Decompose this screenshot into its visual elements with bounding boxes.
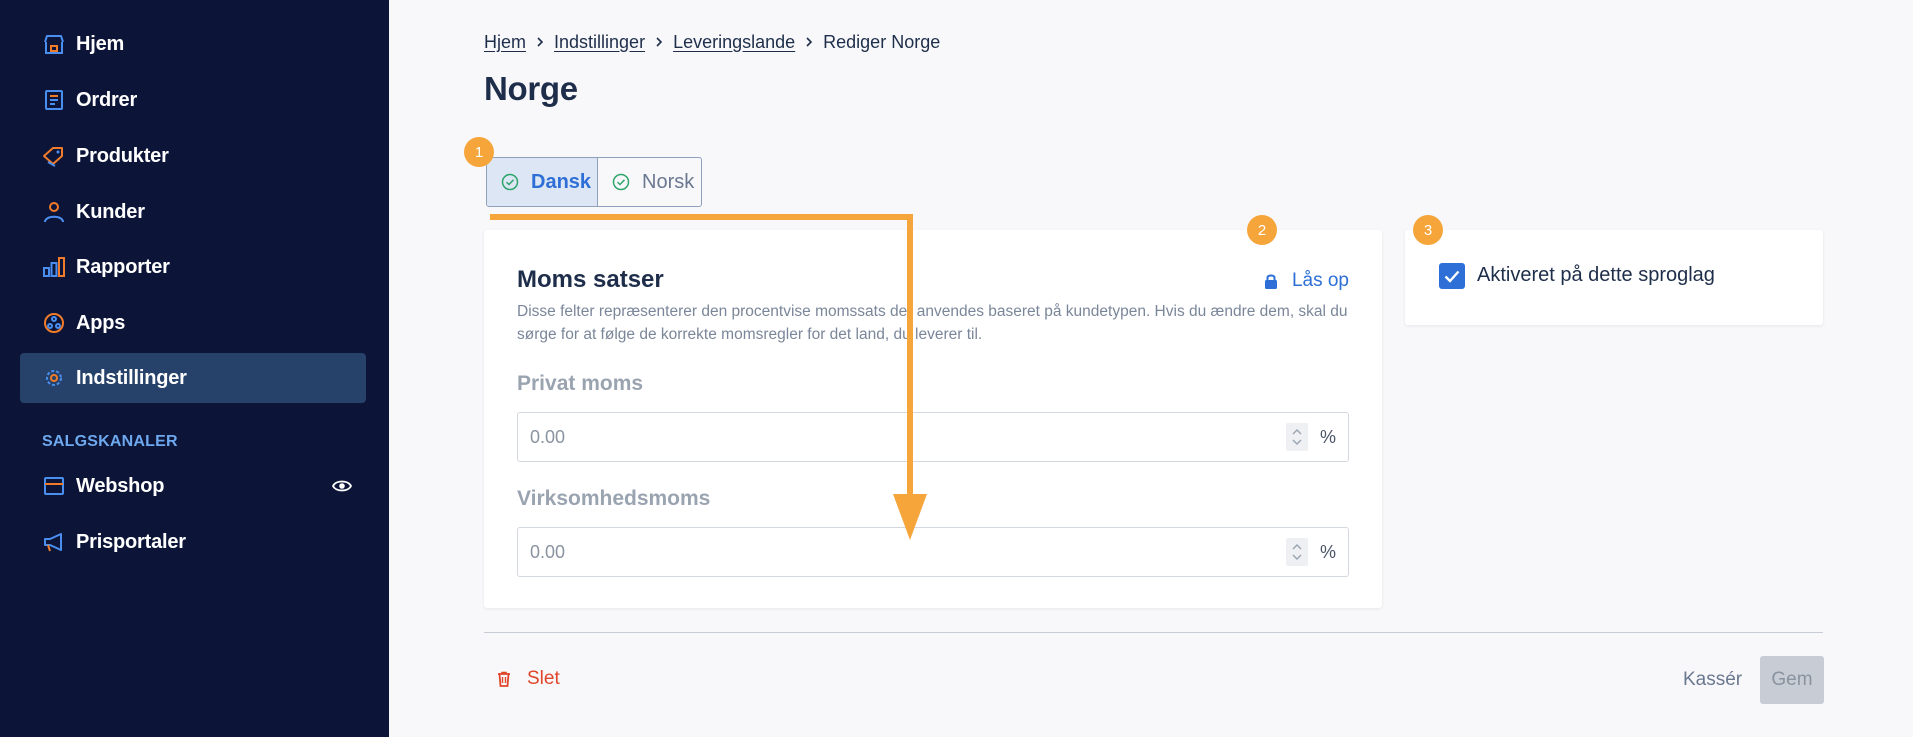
sidebar-item-produkter[interactable]: Produkter: [20, 131, 366, 181]
sidebar-item-apps[interactable]: Apps: [20, 298, 366, 348]
sidebar-item-kunder[interactable]: Kunder: [20, 187, 366, 237]
page-title: Norge: [484, 70, 578, 107]
field-value: 0.00: [530, 542, 566, 562]
breadcrumb-current: Rediger Norge: [823, 31, 941, 52]
shop-icon: [44, 35, 64, 54]
receipt-icon: [45, 90, 63, 110]
sidebar-item-ordrer[interactable]: Ordrer: [20, 75, 366, 125]
breadcrumb-link-hjem[interactable]: Hjem: [484, 32, 526, 53]
card-title: Moms satser: [517, 266, 664, 293]
sidebar-item-label: Prisportaler: [76, 531, 186, 553]
save-button[interactable]: Gem: [1760, 656, 1824, 704]
number-stepper[interactable]: [1286, 538, 1308, 566]
sidebar-item-label: Ordrer: [76, 89, 138, 111]
section-title-salgskanaler: SALGSKANALER: [42, 433, 178, 450]
trash-icon: [498, 671, 510, 687]
tag-icon: [43, 147, 63, 167]
chevron-right-icon: [795, 30, 823, 54]
card-description: Disse felter repræsenterer den procentvi…: [517, 303, 1348, 343]
checkmark-icon: [1444, 270, 1460, 283]
tab-label: Dansk: [531, 170, 592, 193]
tab-label: Norsk: [642, 170, 695, 193]
sidebar-item-label: Indstillinger: [76, 367, 187, 389]
sidebar-item-label: Apps: [76, 312, 126, 334]
check-circle-icon: [501, 173, 519, 191]
annotation-badge-1: 1: [464, 137, 494, 167]
apps-icon: [44, 313, 64, 333]
breadcrumb-link-leveringslande[interactable]: Leveringslande: [673, 32, 795, 53]
unlock-label: Lås op: [1291, 270, 1349, 291]
tab-norsk[interactable]: Norsk: [598, 158, 701, 206]
store-icon: [44, 477, 64, 495]
gear-icon: [46, 370, 62, 386]
bar-chart-icon: [43, 257, 65, 277]
sidebar-item-indstillinger[interactable]: Indstillinger: [20, 353, 366, 403]
unlock-button[interactable]: Lås op: [1264, 270, 1349, 292]
field-value: 0.00: [530, 427, 566, 447]
breadcrumb-link-indstillinger[interactable]: Indstillinger: [554, 32, 645, 53]
field-label-business-vat: Virksomhedsmoms: [517, 487, 711, 510]
sidebar-item-label: Produkter: [76, 145, 169, 167]
sidebar-item-rapporter[interactable]: Rapporter: [20, 242, 366, 292]
activated-checkbox[interactable]: [1439, 263, 1465, 289]
lock-icon: [1264, 273, 1277, 289]
chevron-right-icon: [526, 30, 554, 54]
sidebar-item-hjem[interactable]: Hjem: [20, 19, 366, 69]
business-vat-input[interactable]: 0.00 %: [517, 527, 1349, 577]
field-label-private-vat: Privat moms: [517, 372, 644, 395]
eye-icon[interactable]: [332, 476, 352, 496]
unit-percent: %: [1319, 542, 1336, 562]
sidebar-item-prisportaler[interactable]: Prisportaler: [20, 517, 366, 567]
activation-card: Aktiveret på dette sproglag: [1405, 230, 1823, 325]
stepper-arrows-icon: [1292, 544, 1302, 560]
delete-button[interactable]: Slet: [497, 668, 560, 690]
stepper-arrows-icon: [1292, 429, 1302, 445]
chevron-right-icon: [645, 30, 673, 54]
breadcrumb: Hjem Indstillinger Leveringslande Redige…: [484, 30, 940, 54]
tab-dansk[interactable]: Dansk: [487, 158, 598, 206]
check-circle-icon: [612, 173, 630, 191]
divider: [484, 632, 1823, 633]
sidebar-item-label: Kunder: [76, 201, 145, 223]
sidebar-item-label: Webshop: [76, 475, 165, 497]
activated-label: Aktiveret på dette sproglag: [1477, 264, 1715, 286]
sidebar-item-webshop[interactable]: Webshop: [20, 461, 366, 511]
number-stepper[interactable]: [1286, 423, 1308, 451]
megaphone-icon: [44, 533, 62, 552]
private-vat-input[interactable]: 0.00 %: [517, 412, 1349, 462]
annotation-badge-2: 2: [1247, 215, 1277, 245]
annotation-badge-3: 3: [1413, 215, 1443, 245]
vat-rates-card: Moms satser Lås op Disse felter repræsen…: [484, 230, 1382, 608]
sidebar: Hjem Ordrer Produkter Kunder Rapporter A…: [0, 0, 389, 737]
delete-label: Slet: [527, 668, 560, 689]
sidebar-item-label: Hjem: [76, 33, 125, 55]
language-tabs: Dansk Norsk: [486, 157, 702, 207]
discard-button[interactable]: Kassér: [1683, 669, 1742, 691]
sidebar-item-label: Rapporter: [76, 256, 170, 278]
unit-percent: %: [1319, 427, 1336, 447]
person-icon: [44, 202, 64, 223]
